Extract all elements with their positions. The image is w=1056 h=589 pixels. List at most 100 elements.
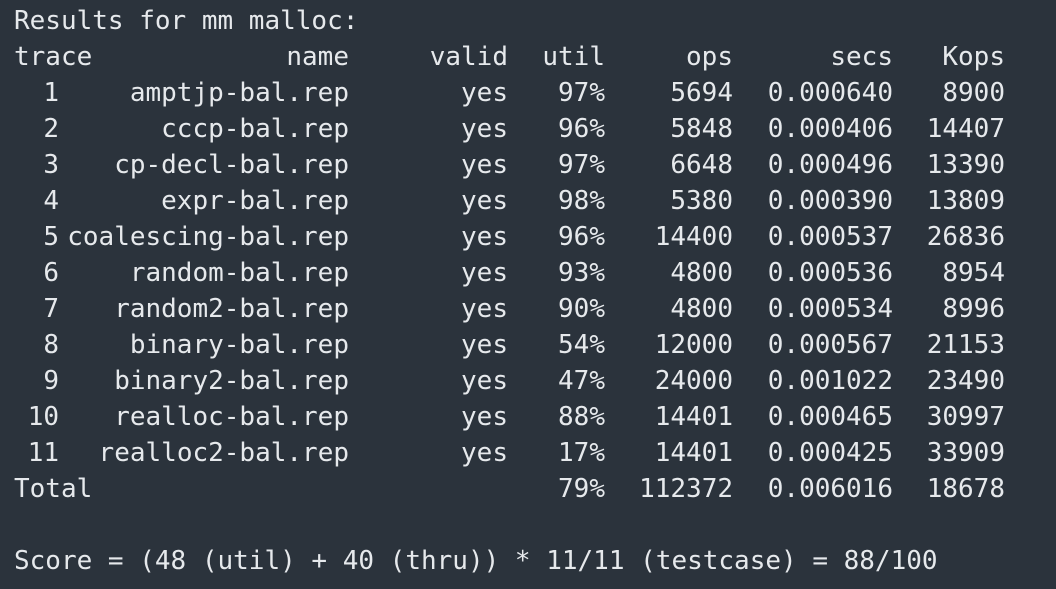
total-kops: 18678 (926, 474, 1005, 504)
trace-name: realloc-bal.rep (114, 402, 349, 432)
total-secs: 0.006016 (767, 474, 893, 504)
trace-name: coalescing-bal.rep (67, 222, 349, 252)
ops-value: 4800 (670, 294, 733, 324)
table-row: 3 cp-decl-bal.rep yes 97% 6648 0.000496 … (14, 147, 1014, 183)
table-row: 1 amptjp-bal.rep yes 97% 5694 0.000640 8… (14, 75, 1014, 111)
util-value: 96% (558, 222, 605, 252)
util-value: 97% (558, 78, 605, 108)
valid-value: yes (461, 222, 508, 252)
trace-name: random-bal.rep (129, 258, 349, 288)
table-row: 2 cccp-bal.rep yes 96% 5848 0.000406 144… (14, 111, 1014, 147)
secs-value: 0.000425 (767, 438, 893, 468)
table-row: 10 realloc-bal.rep yes 88% 14401 0.00046… (14, 399, 1014, 435)
valid-value: yes (461, 330, 508, 360)
valid-value: yes (461, 438, 508, 468)
ops-value: 14401 (654, 402, 733, 432)
kops-value: 8996 (942, 294, 1005, 324)
secs-value: 0.000496 (767, 150, 893, 180)
trace-number: 6 (43, 258, 59, 288)
total-row: Total 79% 112372 0.006016 18678 (14, 471, 1014, 507)
table-row: 6 random-bal.rep yes 93% 4800 0.000536 8… (14, 255, 1014, 291)
ops-value: 14400 (654, 222, 733, 252)
table-row: 9 binary2-bal.rep yes 47% 24000 0.001022… (14, 363, 1014, 399)
trace-number: 8 (43, 330, 59, 360)
ops-value: 12000 (654, 330, 733, 360)
trace-number: 7 (43, 294, 59, 324)
total-ops: 112372 (639, 474, 733, 504)
secs-value: 0.000406 (767, 114, 893, 144)
table-row: 8 binary-bal.rep yes 54% 12000 0.000567 … (14, 327, 1014, 363)
kops-value: 23490 (926, 366, 1005, 396)
secs-value: 0.000640 (767, 78, 893, 108)
trace-name: binary-bal.rep (129, 330, 349, 360)
trace-name: amptjp-bal.rep (129, 78, 349, 108)
table-header: trace name valid util ops secs Kops (14, 39, 1014, 75)
total-util: 79% (558, 474, 605, 504)
valid-value: yes (461, 258, 508, 288)
trace-number: 1 (43, 78, 59, 108)
secs-value: 0.001022 (767, 366, 893, 396)
table-row: 4 expr-bal.rep yes 98% 5380 0.000390 138… (14, 183, 1014, 219)
table-row: 5 coalescing-bal.rep yes 96% 14400 0.000… (14, 219, 1014, 255)
valid-value: yes (461, 78, 508, 108)
kops-value: 14407 (926, 114, 1005, 144)
column-header-util: util (542, 42, 605, 72)
util-value: 97% (558, 150, 605, 180)
secs-value: 0.000390 (767, 186, 893, 216)
kops-value: 13809 (926, 186, 1005, 216)
trace-name: expr-bal.rep (161, 186, 349, 216)
util-value: 96% (558, 114, 605, 144)
terminal-window[interactable]: Results for mm malloc: trace name valid … (0, 0, 1056, 589)
valid-value: yes (461, 294, 508, 324)
table-row: 11 realloc2-bal.rep yes 17% 14401 0.0004… (14, 435, 1014, 471)
column-header-secs: secs (830, 42, 893, 72)
secs-value: 0.000465 (767, 402, 893, 432)
util-value: 17% (558, 438, 605, 468)
kops-value: 30997 (926, 402, 1005, 432)
valid-value: yes (461, 402, 508, 432)
ops-value: 24000 (654, 366, 733, 396)
valid-value: yes (461, 366, 508, 396)
column-header-name: name (286, 42, 349, 72)
trace-name: random2-bal.rep (114, 294, 349, 324)
valid-value: yes (461, 114, 508, 144)
util-value: 98% (558, 186, 605, 216)
score-line: Score = (48 (util) + 40 (thru)) * 11/11 … (14, 546, 938, 576)
util-value: 54% (558, 330, 605, 360)
valid-value: yes (461, 150, 508, 180)
results-heading: Results for mm malloc: (14, 6, 359, 36)
kops-value: 26836 (926, 222, 1005, 252)
ops-value: 5848 (670, 114, 733, 144)
secs-value: 0.000534 (767, 294, 893, 324)
kops-value: 21153 (926, 330, 1005, 360)
ops-value: 6648 (670, 150, 733, 180)
kops-value: 8954 (942, 258, 1005, 288)
table-row: 7 random2-bal.rep yes 90% 4800 0.000534 … (14, 291, 1014, 327)
ops-value: 5694 (670, 78, 733, 108)
column-header-trace: trace (14, 42, 93, 72)
column-header-valid: valid (429, 42, 508, 72)
trace-number: 10 (27, 402, 59, 432)
util-value: 47% (558, 366, 605, 396)
trace-name: binary2-bal.rep (114, 366, 349, 396)
trace-name: realloc2-bal.rep (98, 438, 349, 468)
column-header-ops: ops (686, 42, 733, 72)
trace-number: 3 (43, 150, 59, 180)
kops-value: 8900 (942, 78, 1005, 108)
secs-value: 0.000567 (767, 330, 893, 360)
util-value: 88% (558, 402, 605, 432)
total-label: Total (14, 474, 93, 504)
trace-name: cp-decl-bal.rep (114, 150, 349, 180)
util-value: 90% (558, 294, 605, 324)
valid-value: yes (461, 186, 508, 216)
kops-value: 33909 (926, 438, 1005, 468)
ops-value: 5380 (670, 186, 733, 216)
column-header-kops: Kops (942, 42, 1005, 72)
trace-name: cccp-bal.rep (161, 114, 349, 144)
trace-number: 2 (43, 114, 59, 144)
trace-number: 9 (43, 366, 59, 396)
trace-number: 4 (43, 186, 59, 216)
secs-value: 0.000537 (767, 222, 893, 252)
util-value: 93% (558, 258, 605, 288)
kops-value: 13390 (926, 150, 1005, 180)
